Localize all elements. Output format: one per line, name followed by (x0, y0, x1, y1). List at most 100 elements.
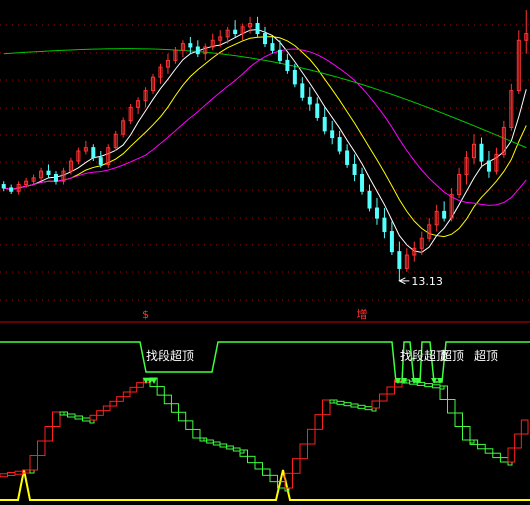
oscillator-step (74, 415, 83, 420)
oscillator-step (219, 443, 228, 448)
oscillator-step (185, 420, 194, 430)
candle-body (188, 43, 193, 48)
candle-body (233, 29, 238, 35)
candle-body (300, 83, 305, 98)
candle-body (382, 217, 387, 233)
oscillator-step (136, 382, 144, 388)
candle (501, 120, 506, 158)
moving-average-lines (3, 29, 527, 253)
oscillator-step (492, 452, 501, 459)
signal-label: 超顶 (440, 348, 464, 363)
candle (292, 63, 297, 88)
candle (83, 140, 88, 155)
oscillator-step (122, 391, 131, 398)
oscillator-step (37, 440, 46, 456)
ma20-line (3, 48, 527, 206)
candle-body (337, 137, 342, 152)
candle (449, 187, 454, 222)
oscillator-step (322, 399, 331, 416)
candle (345, 144, 350, 168)
oscillator-step (371, 400, 380, 409)
candle (404, 248, 409, 272)
oscillator-step (499, 457, 509, 463)
candle-body (486, 160, 491, 172)
candle (389, 221, 394, 256)
oscillator-step (199, 437, 208, 442)
candle (434, 204, 439, 232)
oscillator-step (206, 439, 214, 444)
bottom-signal-line (0, 469, 530, 501)
oscillator-step (232, 447, 241, 452)
oscillator-step (307, 428, 316, 445)
oscillator-step (247, 455, 256, 464)
oscillator-step (82, 417, 91, 422)
oscillator-step (0, 473, 8, 478)
candle-body (1, 184, 6, 189)
candle (46, 164, 51, 178)
low-price-annotation: 13.13 (398, 275, 443, 288)
oscillator-step (364, 406, 373, 411)
candle-body (397, 251, 402, 269)
candle-body (263, 33, 267, 45)
candle (352, 154, 357, 182)
candle (307, 87, 312, 111)
ma5-line (3, 29, 527, 253)
signal-markers: $增涨 (142, 307, 368, 321)
candle-body (91, 147, 96, 159)
candle-body (345, 150, 350, 165)
candle (479, 137, 484, 168)
oscillator-step (192, 428, 201, 439)
candle (285, 53, 290, 74)
candle-body (352, 163, 357, 175)
candle (158, 63, 163, 84)
candle-body (255, 22, 260, 35)
low-price-label: 13.13 (411, 275, 443, 288)
candle (136, 97, 141, 115)
candle-body (270, 43, 275, 51)
candle (516, 30, 521, 94)
candle-body (360, 173, 365, 192)
low-arrow-icon (398, 277, 410, 285)
oscillator-step (52, 411, 61, 427)
oscillator-step (170, 403, 180, 413)
indicator-panel: 找段超顶 找段超顶超顶 超顶 (0, 341, 530, 501)
candle (151, 73, 156, 94)
oscillator-step (343, 402, 352, 407)
candle-body (9, 187, 14, 192)
candle (16, 181, 21, 195)
signal-marker: $ (142, 308, 149, 321)
candle (397, 241, 402, 281)
grid-lines (0, 24, 530, 301)
candle (330, 120, 335, 145)
candle-body (315, 103, 320, 118)
candle (31, 174, 36, 185)
oscillator-step (212, 441, 221, 446)
oscillator-step (299, 443, 308, 460)
candle-body (330, 130, 335, 139)
candle (195, 40, 200, 58)
candle (486, 151, 491, 178)
candle-body (195, 46, 200, 55)
candle (382, 208, 387, 239)
signal-marker: 增 (357, 307, 368, 321)
signal-label: 超顶 (474, 348, 498, 363)
candle (367, 184, 372, 212)
candle-body (292, 69, 297, 85)
candle (337, 130, 342, 155)
candle (300, 77, 305, 101)
oscillator-step (156, 386, 165, 396)
candle (61, 167, 66, 185)
signal-label: 找段超顶 (146, 348, 194, 363)
oscillator-step (129, 386, 138, 393)
candlestick-series (1, 10, 529, 281)
candle (255, 16, 260, 37)
candle-body (285, 59, 290, 71)
candle (9, 184, 14, 194)
oscillator-step (109, 400, 118, 407)
candle-body (389, 231, 394, 253)
oscillator-step (350, 403, 359, 408)
oscillator-step (431, 384, 441, 389)
candle (457, 167, 462, 198)
oscillator-step (7, 472, 16, 476)
candle (1, 181, 6, 192)
